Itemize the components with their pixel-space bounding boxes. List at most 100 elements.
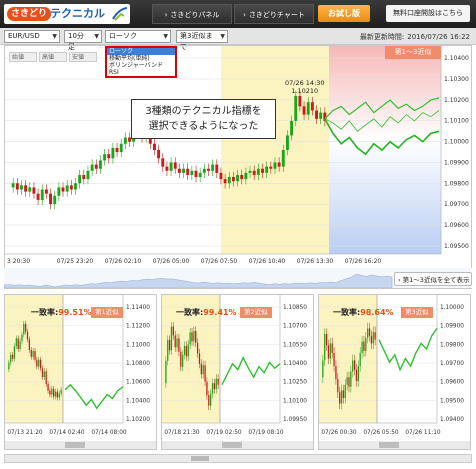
panel-y-tick: 1.10200 <box>126 417 150 423</box>
panel-x-tick: 07/14 08:00 <box>91 430 127 436</box>
match-rate-label: 一致率: <box>176 308 204 317</box>
panel-y-tick: 1.10400 <box>126 398 150 404</box>
panel-candle-body <box>196 342 199 354</box>
logo-swoosh-icon <box>112 7 128 21</box>
candle-body <box>302 106 306 115</box>
panel-candle-body <box>189 332 191 345</box>
panel-candle-body <box>211 383 214 394</box>
panel-y-tick: 1.10850 <box>283 305 307 311</box>
panel-candle-body <box>25 323 27 332</box>
main-chart[interactable]: 1.10400 1.10300 1.10200 1.10100 1.10000 1.099… <box>4 45 472 289</box>
panel-candle-body <box>368 328 371 336</box>
candle-body <box>219 172 223 180</box>
panel-y-tick: 1.09900 <box>440 324 464 330</box>
last-updated-value: 2016/07/26 16:22 <box>407 33 470 41</box>
trial-button[interactable]: お試し版 <box>318 5 370 22</box>
approximation-panel-2[interactable]: 1.10850 1.10700 1.10550 1.10400 1.10250 1.101… <box>161 294 314 450</box>
y-tick-label: 1.10200 <box>444 97 469 104</box>
panel-candle-body <box>346 377 348 385</box>
panel-candle-body <box>178 338 180 352</box>
approximation-panel-1[interactable]: 1.11400 1.11200 1.11000 1.10800 1.10600 1.104… <box>4 294 157 450</box>
indicator-option-bollinger[interactable]: ボリンジャーバンド <box>107 62 175 69</box>
scrollbar-thumb[interactable] <box>191 456 209 461</box>
candle-body <box>285 135 289 150</box>
logo[interactable]: さきどり テクニカル <box>4 4 130 24</box>
indicator-option-sma[interactable]: 移動平均(単純) <box>107 55 175 62</box>
candle-body <box>86 170 90 180</box>
x-tick-label: 07/26 02:10 <box>105 258 142 265</box>
open-account-button[interactable]: 無料口座開設はこちら <box>386 5 470 22</box>
panel-forecast-line <box>221 356 281 386</box>
panel-candle-body <box>172 326 174 336</box>
callout-line-2: 選択できるようになった <box>148 121 259 132</box>
panel-x-tick: 07/26 05:50 <box>363 430 399 436</box>
dropdown-arrow-icon: ▼ <box>220 33 225 40</box>
candle-body <box>294 95 298 121</box>
panel-candle-body <box>39 359 42 369</box>
panel-forecast-line <box>64 383 124 410</box>
candle-body <box>40 189 44 200</box>
panel-candle-body <box>182 354 184 367</box>
panel-candle-body <box>340 390 343 404</box>
panel-candle-body <box>28 339 31 351</box>
panel-candle-body <box>58 393 60 398</box>
horizontal-scrollbar[interactable] <box>4 454 472 463</box>
candle-body <box>261 168 264 173</box>
nav-tab-panel[interactable]: › さきどりパネル <box>152 4 232 24</box>
panel-y-tick: 1.10000 <box>440 305 464 311</box>
panel-x-tick: 07/13 21:20 <box>7 430 43 436</box>
panel-y-tick: 1.09400 <box>440 417 464 423</box>
candle-body <box>310 102 314 111</box>
panel-candle-body <box>49 390 51 395</box>
indicator-option-candle[interactable]: ローソク <box>107 48 175 55</box>
currency-pair-select[interactable]: EUR/USD ▼ <box>4 30 60 43</box>
panel-chart-svg: 1.10000 1.09900 1.09800 1.09700 1.09600 1.095… <box>319 295 470 449</box>
panel-y-tick: 1.11200 <box>126 324 150 330</box>
candle-body <box>211 164 215 171</box>
panel-candle-body <box>329 343 331 359</box>
panel-candle-body <box>34 350 36 360</box>
nav-tab-chart[interactable]: › さきどりチャート <box>234 4 314 24</box>
panel-candle-body <box>348 377 350 387</box>
panel-y-tick: 1.09500 <box>440 398 464 404</box>
indicator-dropdown-list[interactable]: ローソク 移動平均(単純) ボリンジャーバンド RSI <box>105 46 177 78</box>
ohlc-high-label: 高値 <box>39 52 67 62</box>
panel-candle-body <box>215 378 217 390</box>
nav-tab-panel-label: さきどりパネル <box>170 11 220 19</box>
candle-body <box>240 174 244 180</box>
callout-line-1: 3種類のテクニカル指標を <box>145 106 262 117</box>
indicator-select[interactable]: ローソク ▼ <box>105 30 171 43</box>
candle-body <box>20 185 23 190</box>
y-tick-label: 1.10400 <box>444 55 469 62</box>
panel-candle-body <box>170 326 173 351</box>
approximation-panel-3[interactable]: 1.10000 1.09900 1.09800 1.09700 1.09600 1.095… <box>318 294 471 450</box>
candle-body <box>94 164 98 169</box>
panel-candle-body <box>47 383 49 391</box>
indicator-option-rsi[interactable]: RSI <box>107 69 175 76</box>
panel-candle-body <box>195 330 197 343</box>
x-tick-label: 07/26 16:20 <box>345 258 382 265</box>
panel-candle-body <box>167 339 169 361</box>
panel-candle-body <box>204 365 206 382</box>
panel-candle-body <box>21 334 23 342</box>
timeframe-select[interactable]: 10分足 ▼ <box>64 30 102 51</box>
panel-candle-body <box>13 346 16 359</box>
x-tick-label: 07/26 13:30 <box>297 258 334 265</box>
panel-candle-body <box>213 383 216 390</box>
panel-y-tick: 1.10250 <box>283 380 307 386</box>
panel-candle-body <box>183 345 186 355</box>
approximation-select[interactable]: 第3近似まで ▼ <box>176 30 228 51</box>
panel-candle-body <box>344 384 346 398</box>
dropdown-arrow-icon: ▼ <box>94 33 99 40</box>
panel-y-tick: 1.10550 <box>283 342 307 348</box>
show-all-approximations-button[interactable]: › 第1〜3近似を全て表示 <box>394 272 472 286</box>
candle-body <box>44 189 48 194</box>
candle-body <box>194 170 198 178</box>
ohlc-open-label: 始値 <box>9 52 37 62</box>
candle-body <box>36 193 40 200</box>
match-rate-label: 一致率: <box>31 308 59 317</box>
panel-y-tick: 1.09950 <box>283 417 307 423</box>
currency-pair-value: EUR/USD <box>8 32 40 40</box>
candle-body <box>103 154 107 161</box>
match-rate-label: 一致率: <box>333 308 361 317</box>
